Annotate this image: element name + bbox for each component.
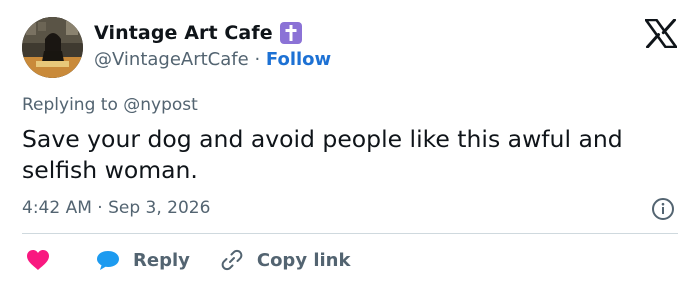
tweet-date: Sep 3, 2026: [108, 198, 211, 218]
x-logo-icon[interactable]: [645, 19, 677, 48]
handle-separator: ·: [254, 49, 261, 70]
cross-icon: [279, 22, 302, 44]
replying-prefix: Replying to: [22, 95, 118, 115]
action-bar: Reply Copy link: [22, 245, 350, 275]
author-display-name[interactable]: Vintage Art Cafe: [94, 22, 273, 44]
replying-handle[interactable]: @nypost: [123, 95, 198, 115]
follow-button[interactable]: Follow: [266, 49, 331, 70]
avatar[interactable]: [22, 17, 83, 78]
tweet-time: 4:42 AM: [22, 198, 92, 218]
info-icon[interactable]: [651, 197, 675, 221]
replying-to: Replying to @nypost: [22, 95, 198, 115]
author-name-row: Vintage Art Cafe: [94, 22, 302, 44]
copy-link-button[interactable]: Copy link: [220, 248, 351, 272]
timestamp-separator: ·: [97, 198, 103, 218]
avatar-image: [22, 17, 83, 78]
author-handle[interactable]: @VintageArtCafe: [94, 49, 249, 70]
tweet-timestamp[interactable]: 4:42 AM · Sep 3, 2026: [22, 198, 210, 218]
author-handle-row: @VintageArtCafe · Follow: [94, 49, 331, 70]
heart-icon[interactable]: [25, 248, 51, 272]
reply-button[interactable]: Reply: [95, 248, 190, 272]
divider: [22, 233, 678, 234]
reply-bubble-icon: [97, 251, 119, 270]
link-icon: [221, 249, 243, 271]
copy-link-label: Copy link: [256, 249, 351, 271]
reply-label: Reply: [133, 249, 190, 271]
tweet-text: Save your dog and avoid people like this…: [22, 125, 623, 184]
